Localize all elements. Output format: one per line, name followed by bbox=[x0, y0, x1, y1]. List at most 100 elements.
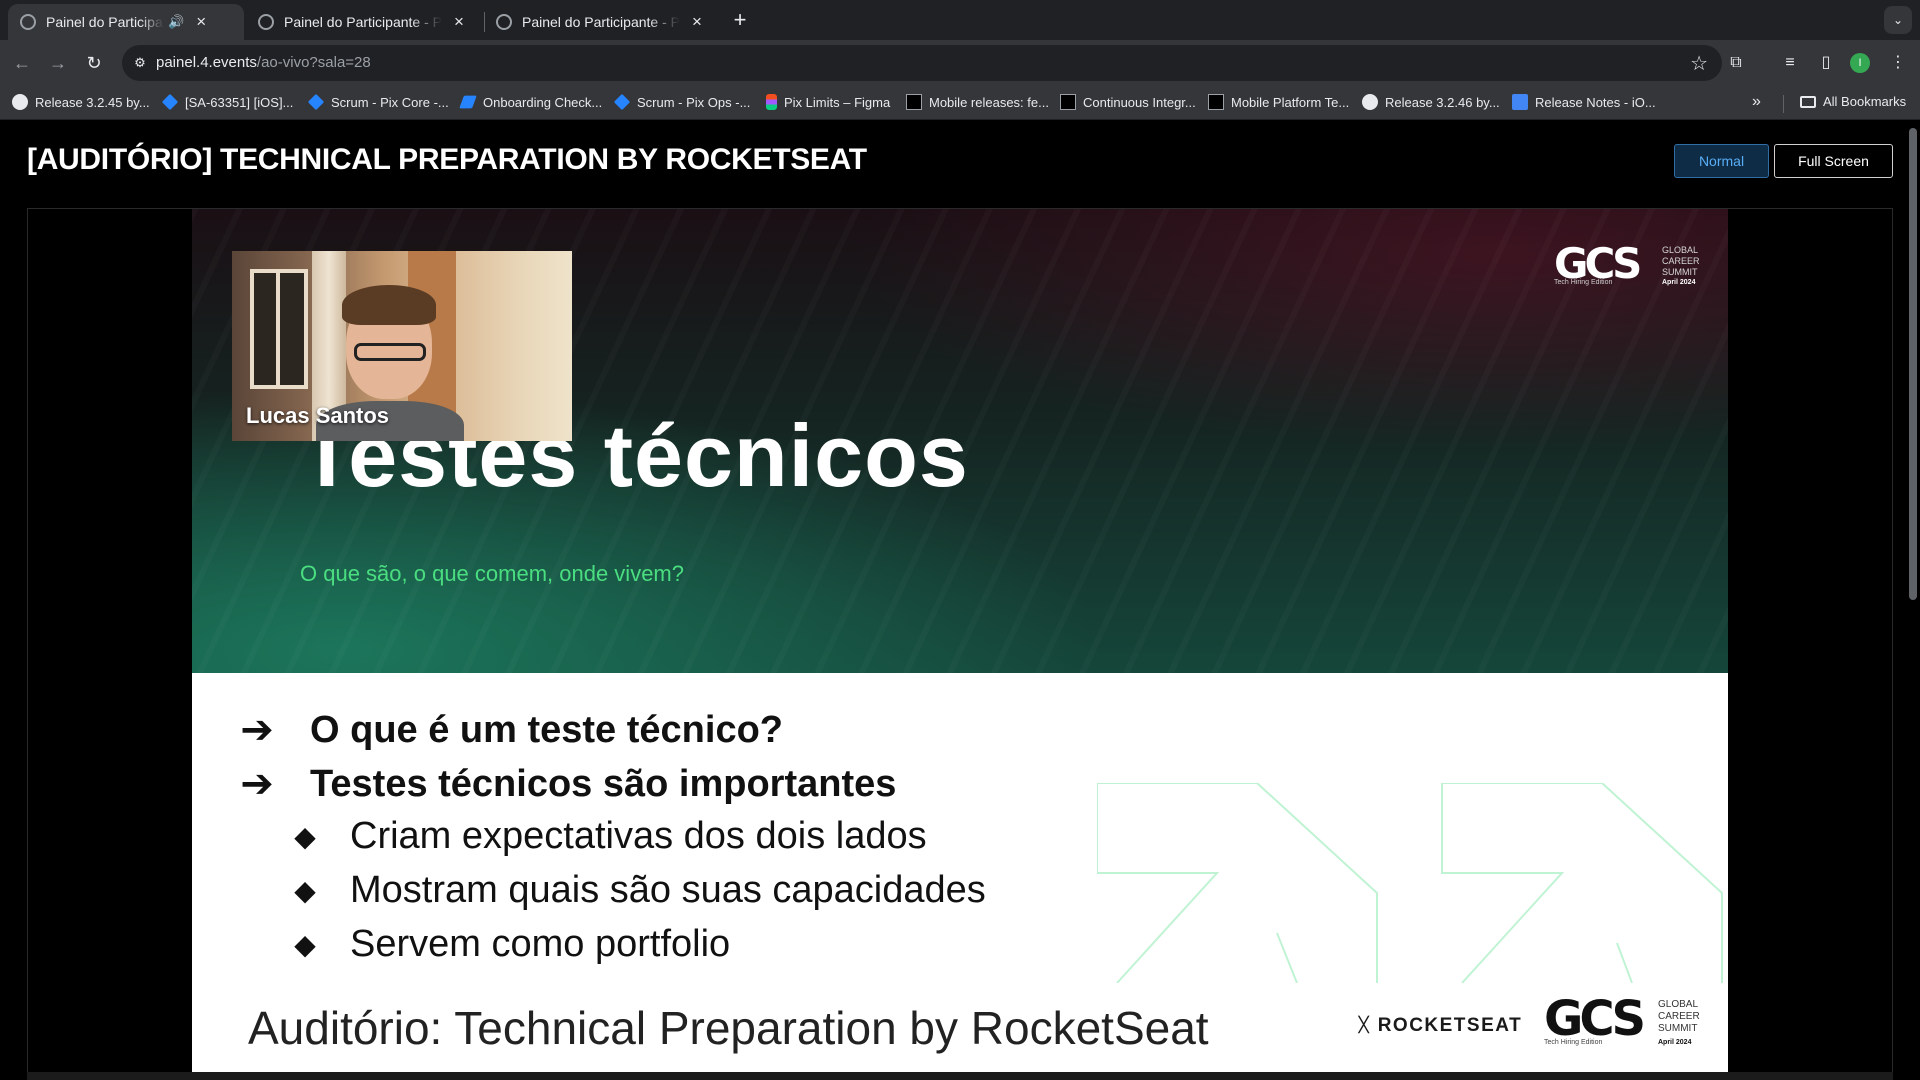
back-icon[interactable]: ← bbox=[8, 49, 36, 77]
url-host: painel.4.events bbox=[156, 54, 257, 71]
bullet-text: Criam expectativas dos dois lados bbox=[350, 815, 927, 857]
forward-icon[interactable]: → bbox=[44, 49, 72, 77]
extensions-icon[interactable]: ⧉ bbox=[1722, 49, 1750, 77]
globe-icon bbox=[258, 14, 274, 30]
address-bar[interactable]: ⚙ painel.4.events/ao-vivo?sala=28 ☆ bbox=[122, 45, 1722, 81]
gcs-word: SUMMIT bbox=[1662, 267, 1698, 277]
bookmark-label: Scrum - Pix Core -... bbox=[331, 94, 449, 110]
bookmark-item[interactable]: Mobile Platform Te... bbox=[1208, 94, 1349, 110]
page-scrollbar[interactable] bbox=[1909, 128, 1917, 600]
new-tab-button[interactable]: + bbox=[728, 6, 752, 34]
fullscreen-button[interactable]: Full Screen bbox=[1774, 144, 1893, 178]
speaker-webcam: Lucas Santos bbox=[232, 251, 572, 441]
gcs-date: April 2024 bbox=[1662, 279, 1696, 286]
profile-avatar[interactable]: I bbox=[1850, 53, 1870, 73]
all-bookmarks-button[interactable]: All Bookmarks bbox=[1800, 94, 1906, 109]
bookmark-item[interactable]: [SA-63351] [iOS]... bbox=[161, 93, 294, 111]
bullet-text: Testes técnicos são importantes bbox=[310, 762, 897, 805]
slide-subheading: O que são, o que comem, onde vivem? bbox=[300, 561, 684, 586]
tab-bar: Painel do Participante - PowerEvents 🔊 ×… bbox=[0, 0, 1920, 40]
bookmark-item[interactable]: Release Notes - iO... bbox=[1512, 94, 1656, 110]
bookmark-item[interactable]: Scrum - Pix Core -... bbox=[307, 93, 449, 111]
bookmark-item[interactable]: Onboarding Check... bbox=[459, 94, 602, 110]
browser-toolbar: ← → ↻ ⚙ painel.4.events/ao-vivo?sala=28 … bbox=[0, 40, 1920, 86]
jira-icon bbox=[307, 93, 325, 111]
page-content: [AUDITÓRIO] TECHNICAL PREPARATION BY ROC… bbox=[0, 120, 1920, 1080]
bookmark-label: Release Notes - iO... bbox=[1535, 94, 1656, 110]
url-path: /ao-vivo?sala=28 bbox=[256, 54, 371, 71]
bullet-text: O que é um teste técnico? bbox=[310, 708, 783, 751]
tab-title: Painel do Participante - PowerEvents bbox=[46, 14, 164, 30]
bookmarks-divider bbox=[1783, 95, 1784, 113]
globe-icon bbox=[496, 14, 512, 30]
sub-bullet-item: ◆ Servem como portfolio bbox=[292, 923, 730, 966]
video-player[interactable]: Lucas Santos GCS GLOBAL CAREER SUMMIT Te… bbox=[27, 208, 1893, 1075]
diamond-bullet-icon: ◆ bbox=[294, 929, 316, 960]
diamond-bullet-icon: ◆ bbox=[294, 875, 316, 906]
reload-icon[interactable]: ↻ bbox=[80, 49, 108, 77]
speaker-glasses bbox=[354, 343, 426, 361]
site-info-icon[interactable]: ⚙ bbox=[130, 53, 150, 73]
speaker-hair bbox=[342, 285, 436, 325]
bookmark-label: Release 3.2.45 by... bbox=[35, 94, 150, 110]
bookmarks-overflow-icon[interactable]: » bbox=[1752, 93, 1761, 111]
sub-bullet-item: ◆ Mostram quais são suas capacidades bbox=[292, 869, 986, 912]
slide-video: Lucas Santos GCS GLOBAL CAREER SUMMIT Te… bbox=[192, 209, 1728, 1075]
docs-icon bbox=[1512, 94, 1528, 110]
bookmark-item[interactable]: Release 3.2.45 by... bbox=[12, 94, 150, 110]
bookmark-label: Mobile Platform Te... bbox=[1231, 94, 1350, 110]
gcs-logo-footer: GCS GLOBAL CAREER SUMMIT Tech Hiring Edi… bbox=[1544, 989, 1714, 1051]
bookmark-label: Mobile releases: fe... bbox=[929, 94, 1049, 110]
bookmark-item[interactable]: Release 3.2.46 by... bbox=[1362, 94, 1500, 110]
gcs-edition: Tech Hiring Edition bbox=[1554, 279, 1613, 286]
jira-icon bbox=[613, 93, 631, 111]
gcs-date: April 2024 bbox=[1658, 1039, 1692, 1046]
bullet-text: Servem como portfolio bbox=[350, 923, 731, 965]
gcs-word: GLOBAL bbox=[1658, 999, 1699, 1010]
gcs-edition: Tech Hiring Edition bbox=[1544, 1039, 1603, 1046]
bookmark-label: [SA-63351] [iOS]... bbox=[185, 94, 294, 110]
audio-icon[interactable]: 🔊 bbox=[168, 14, 184, 30]
bookmark-label: Scrum - Pix Ops -... bbox=[637, 94, 751, 110]
bookmark-item[interactable]: Mobile releases: fe... bbox=[906, 94, 1049, 110]
rocketseat-logo: ᚷ ROCKETSEAT bbox=[1358, 1015, 1522, 1037]
menu-icon[interactable]: ⋮ bbox=[1884, 49, 1912, 77]
bookmark-label: Continuous Integr... bbox=[1083, 94, 1196, 110]
github-icon bbox=[1362, 94, 1378, 110]
page-title: [AUDITÓRIO] TECHNICAL PREPARATION BY ROC… bbox=[27, 143, 867, 176]
bookmark-star-icon[interactable]: ☆ bbox=[1690, 51, 1708, 76]
sub-bullet-item: ◆ Criam expectativas dos dois lados bbox=[292, 815, 927, 858]
bookmarks-bar: Release 3.2.45 by... [SA-63351] [iOS]...… bbox=[0, 86, 1920, 120]
bookmark-item[interactable]: Scrum - Pix Ops -... bbox=[613, 93, 751, 111]
media-control-icon[interactable]: ≡ bbox=[1776, 49, 1804, 77]
close-icon[interactable]: × bbox=[690, 12, 704, 32]
gcs-logo: GCS GLOBAL CAREER SUMMIT Tech Hiring Edi… bbox=[1554, 237, 1704, 293]
slide-footer: Auditório: Technical Preparation by Rock… bbox=[248, 1002, 1209, 1054]
pix-icon bbox=[1060, 94, 1076, 110]
tab-1[interactable]: Painel do Participante - PowerEvents 🔊 × bbox=[8, 4, 244, 40]
all-bookmarks-label: All Bookmarks bbox=[1823, 94, 1907, 109]
close-icon[interactable]: × bbox=[194, 12, 208, 32]
normal-view-button[interactable]: Normal bbox=[1674, 144, 1769, 178]
tab-3[interactable]: Painel do Participante - PowerEvents × bbox=[484, 4, 720, 40]
side-panel-icon[interactable]: ▯ bbox=[1812, 49, 1840, 77]
close-icon[interactable]: × bbox=[452, 12, 466, 32]
gcs-word: CAREER bbox=[1662, 256, 1700, 266]
rocketseat-icon: ᚷ bbox=[1358, 1015, 1371, 1036]
tab-search-icon[interactable]: ⌄ bbox=[1884, 6, 1912, 34]
figma-icon bbox=[766, 94, 777, 110]
gcs-word: SUMMIT bbox=[1658, 1023, 1698, 1034]
arrows-decoration bbox=[1097, 783, 1723, 983]
bullet-item: ➔ O que é um teste técnico? bbox=[224, 707, 783, 753]
arrow-bullet-icon: ➔ bbox=[240, 708, 274, 752]
url-text[interactable]: painel.4.events/ao-vivo?sala=28 bbox=[156, 54, 371, 71]
slide-body: ➔ O que é um teste técnico? ➔ Testes téc… bbox=[192, 673, 1728, 1075]
globe-icon bbox=[20, 14, 36, 30]
tab-2[interactable]: Painel do Participante - PowerEvents × bbox=[246, 4, 482, 40]
pix-icon bbox=[906, 94, 922, 110]
bookmark-item[interactable]: Continuous Integr... bbox=[1060, 94, 1196, 110]
bookmark-label: Release 3.2.46 by... bbox=[1385, 94, 1500, 110]
speaker-name: Lucas Santos bbox=[246, 403, 390, 428]
bookmark-item[interactable]: Pix Limits – Figma bbox=[766, 94, 890, 110]
folder-icon bbox=[1800, 95, 1816, 108]
